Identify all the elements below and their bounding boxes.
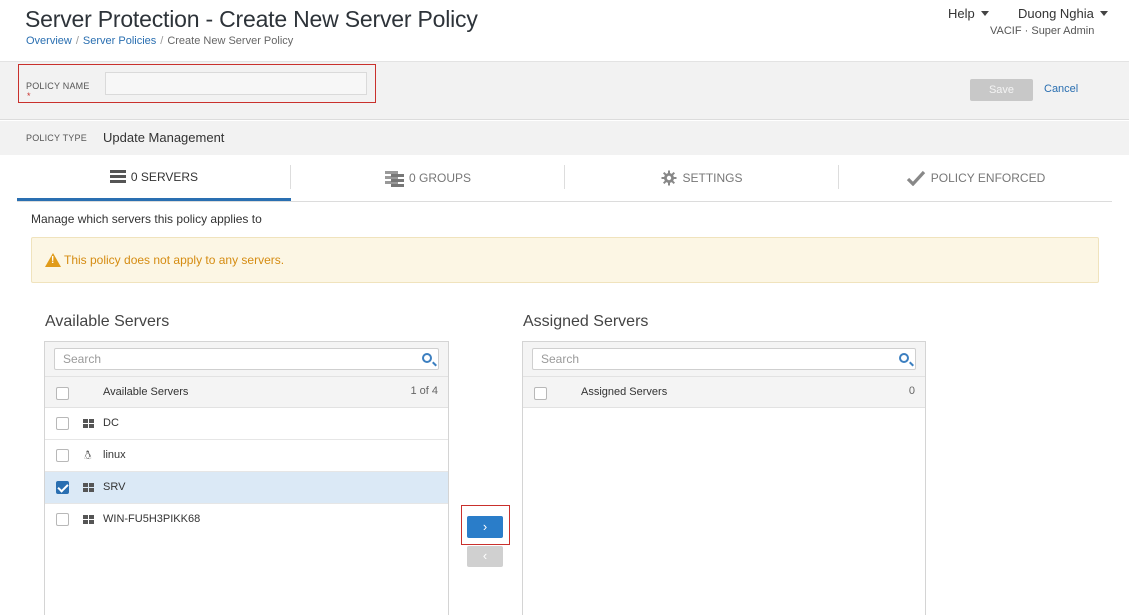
cancel-link[interactable]: Cancel bbox=[1044, 83, 1078, 95]
search-icon[interactable] bbox=[422, 353, 432, 363]
assigned-header-label: Assigned Servers bbox=[581, 386, 668, 398]
save-button[interactable]: Save bbox=[970, 79, 1033, 101]
list-item[interactable]: 🐧︎ linux bbox=[45, 440, 448, 472]
server-name: SRV bbox=[103, 481, 126, 493]
server-icon bbox=[109, 170, 126, 183]
list-item[interactable]: WIN-FU5H3PIKK68 bbox=[45, 504, 448, 536]
windows-icon bbox=[83, 483, 95, 494]
checkmark-icon bbox=[906, 170, 925, 186]
policy-type-label: POLICY TYPE bbox=[26, 133, 87, 143]
assigned-search-bar: Search bbox=[523, 342, 925, 377]
tab-servers-label: 0 SERVERS bbox=[130, 169, 199, 184]
help-label: Help bbox=[948, 6, 975, 21]
tab-bar: 0 SERVERS 0 GROUPS SETTINGS POLICY ENFOR… bbox=[17, 155, 1112, 202]
available-servers-title: Available Servers bbox=[45, 313, 170, 330]
server-name: linux bbox=[103, 449, 126, 461]
policy-type-value: Update Management bbox=[103, 130, 225, 145]
breadcrumb-current: Create New Server Policy bbox=[167, 35, 294, 47]
available-search-input[interactable]: Search bbox=[54, 348, 439, 370]
available-header-label: Available Servers bbox=[103, 386, 189, 398]
tab-settings[interactable]: SETTINGS bbox=[565, 155, 839, 201]
breadcrumb-overview[interactable]: Overview bbox=[26, 35, 72, 47]
select-all-checkbox[interactable] bbox=[534, 387, 547, 400]
assigned-list-header: Assigned Servers 0 bbox=[523, 377, 925, 408]
search-placeholder: Search bbox=[541, 352, 580, 366]
row-checkbox[interactable] bbox=[56, 481, 69, 494]
search-icon[interactable] bbox=[899, 353, 909, 363]
tab-groups[interactable]: 0 GROUPS bbox=[291, 155, 565, 201]
warning-banner: This policy does not apply to any server… bbox=[31, 237, 1099, 283]
page: Server Protection - Create New Server Po… bbox=[0, 0, 1129, 615]
page-title: Server Protection - Create New Server Po… bbox=[25, 6, 478, 32]
header: Server Protection - Create New Server Po… bbox=[0, 0, 1129, 62]
windows-icon bbox=[83, 515, 95, 526]
breadcrumb-separator: / bbox=[75, 35, 79, 47]
warning-icon bbox=[45, 253, 61, 267]
group-icon bbox=[384, 170, 404, 187]
row-checkbox[interactable] bbox=[56, 513, 69, 526]
row-checkbox[interactable] bbox=[56, 417, 69, 430]
assigned-search-input[interactable]: Search bbox=[532, 348, 916, 370]
breadcrumb: Overview / Server Policies / Create New Serv… bbox=[26, 35, 293, 47]
tab-policy-enforced[interactable]: POLICY ENFORCED bbox=[839, 155, 1112, 201]
tab-servers[interactable]: 0 SERVERS bbox=[17, 155, 291, 201]
policy-name-band: POLICY NAME * Save Cancel bbox=[0, 62, 1129, 120]
available-list-header: Available Servers 1 of 4 bbox=[45, 377, 448, 408]
row-checkbox[interactable] bbox=[56, 449, 69, 462]
server-name: WIN-FU5H3PIKK68 bbox=[103, 513, 201, 525]
tab-groups-label: 0 GROUPS bbox=[408, 171, 471, 185]
warning-text: This policy does not apply to any server… bbox=[64, 253, 285, 267]
user-name: Duong Nghia bbox=[1018, 6, 1094, 21]
help-menu[interactable]: Help bbox=[948, 6, 989, 21]
list-item[interactable]: DC bbox=[45, 408, 448, 440]
assigned-servers-title: Assigned Servers bbox=[523, 313, 649, 330]
breadcrumb-server-policies[interactable]: Server Policies bbox=[83, 35, 156, 47]
server-name: DC bbox=[103, 417, 119, 429]
linux-icon: 🐧︎ bbox=[84, 448, 92, 462]
chevron-left-icon: ‹ bbox=[482, 548, 488, 563]
available-servers-panel: Search Available Servers 1 of 4 DC 🐧︎ li… bbox=[44, 341, 449, 615]
assigned-count: 0 bbox=[908, 385, 915, 397]
breadcrumb-separator: / bbox=[160, 35, 164, 47]
user-menu[interactable]: Duong Nghia bbox=[1018, 6, 1108, 21]
unassign-button[interactable]: ‹ bbox=[467, 546, 503, 567]
policy-name-highlight: POLICY NAME * bbox=[18, 64, 376, 103]
assign-button[interactable]: › bbox=[467, 516, 503, 538]
chevron-down-icon bbox=[980, 11, 989, 16]
policy-type-band: POLICY TYPE Update Management bbox=[0, 121, 1129, 155]
available-count: 1 of 4 bbox=[410, 385, 438, 397]
search-placeholder: Search bbox=[63, 352, 102, 366]
chevron-right-icon: › bbox=[482, 519, 488, 534]
section-description: Manage which servers this policy applies… bbox=[31, 212, 262, 226]
windows-icon bbox=[83, 419, 95, 430]
list-item[interactable]: SRV bbox=[45, 472, 448, 504]
tab-policy-enforced-label: POLICY ENFORCED bbox=[930, 171, 1046, 185]
tab-settings-label: SETTINGS bbox=[682, 171, 743, 185]
required-marker: * bbox=[27, 91, 31, 101]
select-all-checkbox[interactable] bbox=[56, 387, 69, 400]
policy-name-input[interactable] bbox=[105, 72, 367, 95]
available-search-bar: Search bbox=[45, 342, 448, 377]
assigned-servers-panel: Search Assigned Servers 0 bbox=[522, 341, 926, 615]
policy-name-label: POLICY NAME bbox=[26, 81, 90, 91]
gear-icon bbox=[661, 170, 677, 186]
user-role: VACIF · Super Admin bbox=[990, 25, 1095, 37]
chevron-down-icon bbox=[1099, 11, 1108, 16]
